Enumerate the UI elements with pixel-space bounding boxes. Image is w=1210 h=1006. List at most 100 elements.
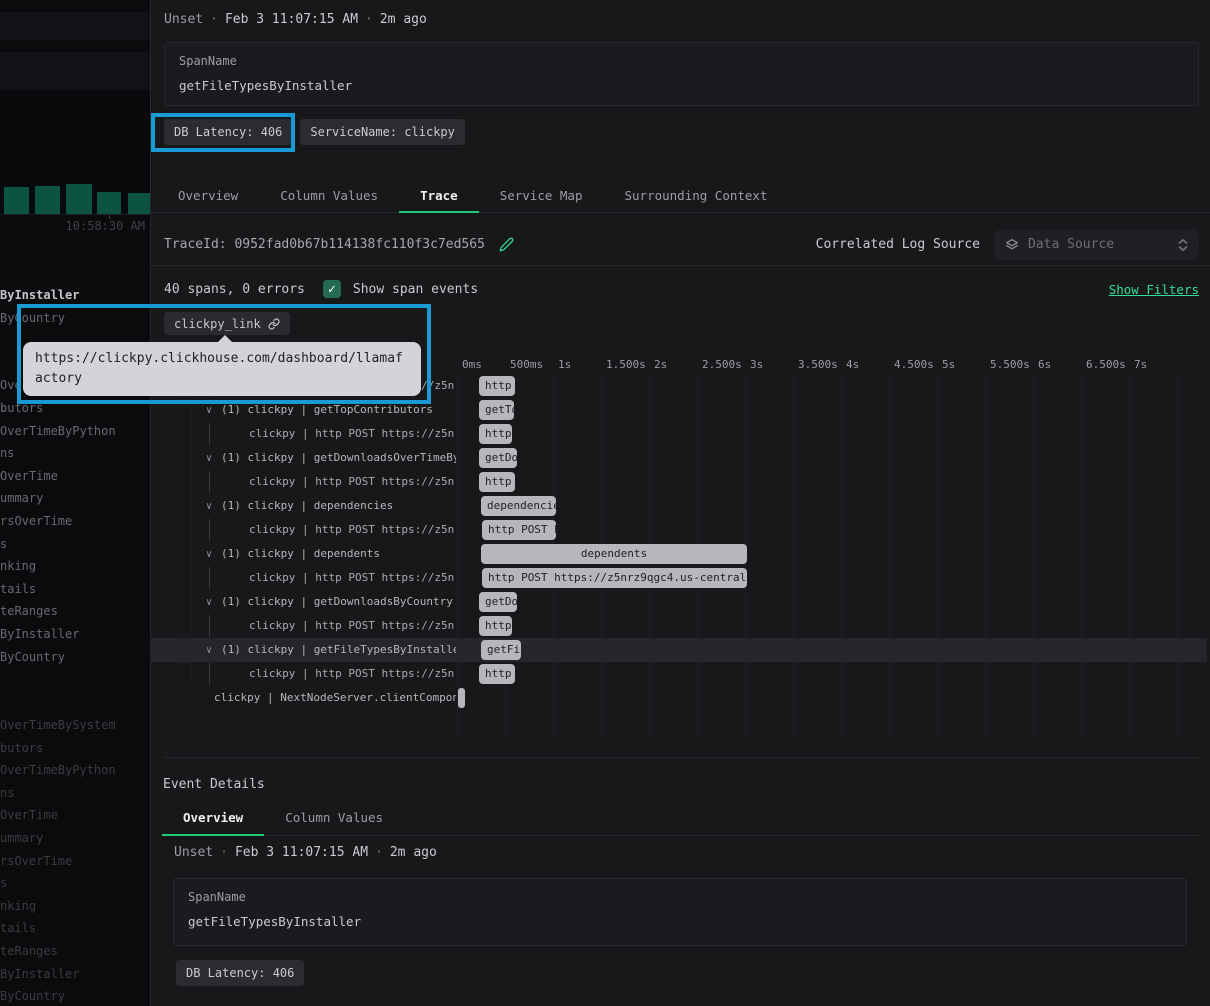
trace-span-row[interactable]: clickpy | http POST https://z5nrz9qgc4.u…	[164, 614, 1210, 638]
span-duration-bar[interactable]: http POST https://z5nrz9qgc4.us-central1…	[482, 568, 747, 588]
span-label[interactable]: clickpy | http POST https://z5nrz9qgc4.u…	[164, 470, 456, 494]
trace-span-row[interactable]: ∨(1) clickpy | getDownloadsByCountry getD…	[164, 590, 1210, 614]
mini-chart-bar	[66, 184, 92, 214]
span-label[interactable]: clickpy | http POST https://z5nrz9qgc4.u…	[164, 566, 456, 590]
spans-summary-row: 40 spans, 0 errors ✓ Show span events Sh…	[164, 276, 1199, 302]
span-name-card-bottom: SpanName getFileTypesByInstaller	[173, 878, 1187, 946]
sidebar-item[interactable]: ByCountry	[0, 985, 150, 1006]
tooltip-arrow	[217, 335, 233, 343]
span-duration-bar[interactable]: getDownloadsByCountry	[479, 592, 517, 612]
span-duration-bar[interactable]: http POST https://z5nrz9qgc4.us-central1…	[479, 472, 515, 492]
sidebar-item[interactable]: OverTimeBySystem	[0, 714, 150, 737]
sidebar-item[interactable]: nking	[0, 555, 150, 578]
trace-header-row: TraceId: 0952fad0b67b114138fc110f3c7ed56…	[151, 224, 1210, 266]
span-label[interactable]: ∨(1) clickpy | dependencies	[164, 494, 456, 518]
sidebar-item[interactable]: tails	[0, 578, 150, 601]
chevron-down-icon[interactable]: ∨	[206, 597, 212, 608]
sidebar-item[interactable]: s	[0, 872, 150, 895]
sidebar-item[interactable]: ns	[0, 442, 150, 465]
data-source-select[interactable]: Data Source	[994, 230, 1199, 260]
span-duration-bar[interactable]: dependencies	[481, 496, 556, 516]
chevron-down-icon[interactable]: ∨	[206, 549, 212, 560]
tab-overview[interactable]: Overview	[157, 180, 259, 213]
time-axis-label: 4s	[846, 358, 859, 371]
edit-pencil-icon[interactable]	[499, 237, 514, 252]
sidebar-item[interactable]: tails	[0, 917, 150, 940]
span-duration-bar[interactable]: dependents	[481, 544, 747, 564]
sidebar-item[interactable]: rsOverTime	[0, 850, 150, 873]
time-axis-label: 6.500s	[1086, 358, 1126, 371]
meta-separator: ·	[213, 845, 235, 860]
ed-tab-overview[interactable]: Overview	[162, 802, 264, 836]
sidebar-item[interactable]: teRanges	[0, 600, 150, 623]
chevron-down-icon[interactable]: ∨	[206, 645, 212, 656]
sidebar-item[interactable]: nking	[0, 895, 150, 918]
correlated-log-source-label: Correlated Log Source	[816, 237, 980, 252]
sidebar-item[interactable]: OverTimeByPython	[0, 420, 150, 443]
trace-span-row[interactable]: ∨(1) clickpy | dependents dependents	[164, 542, 1210, 566]
time-axis-label: 7s	[1134, 358, 1147, 371]
span-duration-bar[interactable]: http POST https://z5nrz9qgc4.us-central1…	[479, 376, 515, 396]
trace-span-row[interactable]: clickpy | http POST https://z5nrz9qgc4.u…	[164, 470, 1210, 494]
span-label[interactable]: clickpy | http POST https://z5nrz9qgc4.u…	[164, 518, 456, 542]
span-label[interactable]: clickpy | NextNodeServer.clientComponent…	[164, 686, 456, 710]
span-duration-bar[interactable]	[458, 688, 465, 708]
trace-span-row[interactable]: clickpy | http POST https://z5nrz9qgc4.u…	[164, 518, 1210, 542]
sidebar-item[interactable]: ByInstaller	[0, 623, 150, 646]
sidebar-band	[0, 52, 150, 90]
show-filters-link[interactable]: Show Filters	[1109, 282, 1199, 297]
span-label[interactable]: clickpy | http POST https://z5nrz9qgc4.u…	[164, 422, 456, 446]
span-label[interactable]: ∨(1) clickpy | getDownloadsByCountry	[164, 590, 456, 614]
time-axis-label: 1s	[558, 358, 571, 371]
service-name-badge[interactable]: ServiceName: clickpy	[300, 119, 465, 145]
trace-span-row[interactable]: ∨(1) clickpy | getFileTypesByInstaller ge…	[164, 638, 1210, 662]
chevron-down-icon[interactable]: ∨	[206, 501, 212, 512]
time-axis-label: 6s	[1038, 358, 1051, 371]
span-label[interactable]: clickpy | http POST https://z5nrz9qgc4.u…	[164, 614, 456, 638]
span-label[interactable]: clickpy | http POST https://z5nrz9qgc4.u…	[164, 662, 456, 686]
chevron-down-icon[interactable]: ∨	[206, 405, 212, 416]
trace-span-row[interactable]: clickpy | http POST https://z5nrz9qgc4.u…	[164, 662, 1210, 686]
sidebar-item[interactable]: ummary	[0, 487, 150, 510]
span-label[interactable]: ∨(1) clickpy | getFileTypesByInstaller	[164, 638, 456, 662]
trace-span-row[interactable]: clickpy | NextNodeServer.clientComponent…	[164, 686, 1210, 710]
trace-span-row[interactable]: ∨(1) clickpy | getDownloadsOverTimeBySys…	[164, 446, 1210, 470]
sidebar-item[interactable]: ummary	[0, 827, 150, 850]
sidebar-item[interactable]: OverTime	[0, 804, 150, 827]
trace-span-row[interactable]: clickpy | http POST https://z5nrz9qgc4.u…	[164, 422, 1210, 446]
span-duration-bar[interactable]: http POST https://z5nrz9qgc4.us-central1…	[482, 520, 556, 540]
span-duration-bar[interactable]: http POST https://z5nrz9qgc4.us-central1…	[479, 424, 512, 444]
tab-service-map[interactable]: Service Map	[479, 180, 604, 213]
time-axis-label: 5s	[942, 358, 955, 371]
sidebar-item[interactable]: teRanges	[0, 940, 150, 963]
span-label[interactable]: ∨(1) clickpy | getDownloadsOverTimeBySys…	[164, 446, 456, 470]
sidebar-item[interactable]: butors	[0, 737, 150, 760]
trace-span-row[interactable]: ∨(1) clickpy | dependencies dependencies	[164, 494, 1210, 518]
time-axis-label: 5.500s	[990, 358, 1030, 371]
time-axis-label: 3.500s	[798, 358, 838, 371]
span-name-value: getFileTypesByInstaller	[188, 914, 1172, 929]
sidebar-item[interactable]: rsOverTime	[0, 510, 150, 533]
show-span-events-label: Show span events	[353, 282, 478, 297]
span-duration-bar[interactable]: getFileTypesByInstaller	[481, 640, 521, 660]
tab-trace[interactable]: Trace	[399, 180, 479, 213]
tab-surrounding-context[interactable]: Surrounding Context	[604, 180, 789, 213]
span-label[interactable]: ∨(1) clickpy | dependents	[164, 542, 456, 566]
sidebar-item[interactable]: ByInstaller	[0, 963, 150, 986]
span-duration-bar[interactable]: http POST https://z5nrz9qgc4.us-central1…	[479, 664, 515, 684]
db-latency-badge-bottom[interactable]: DB Latency: 406	[176, 960, 304, 986]
trace-span-row[interactable]: clickpy | http POST https://z5nrz9qgc4.u…	[164, 566, 1210, 590]
span-duration-bar[interactable]: http POST https://z5nrz9qgc4.us-central1…	[479, 616, 512, 636]
show-span-events-checkbox[interactable]: ✓	[323, 280, 341, 298]
sidebar-item[interactable]: OverTime	[0, 465, 150, 488]
span-duration-bar[interactable]: getDownloadsOverTimeBySystem	[479, 448, 517, 468]
sidebar-item[interactable]: s	[0, 533, 150, 556]
sidebar-item[interactable]: ns	[0, 782, 150, 805]
ed-tab-column-values[interactable]: Column Values	[264, 802, 404, 836]
tab-column-values[interactable]: Column Values	[259, 180, 399, 213]
chevron-down-icon[interactable]: ∨	[206, 453, 212, 464]
time-axis-label: 1.500s	[606, 358, 646, 371]
sidebar-item[interactable]: ByCountry	[0, 646, 150, 669]
span-duration-bar[interactable]: getTopContributors	[479, 400, 514, 420]
sidebar-item[interactable]: OverTimeByPython	[0, 759, 150, 782]
